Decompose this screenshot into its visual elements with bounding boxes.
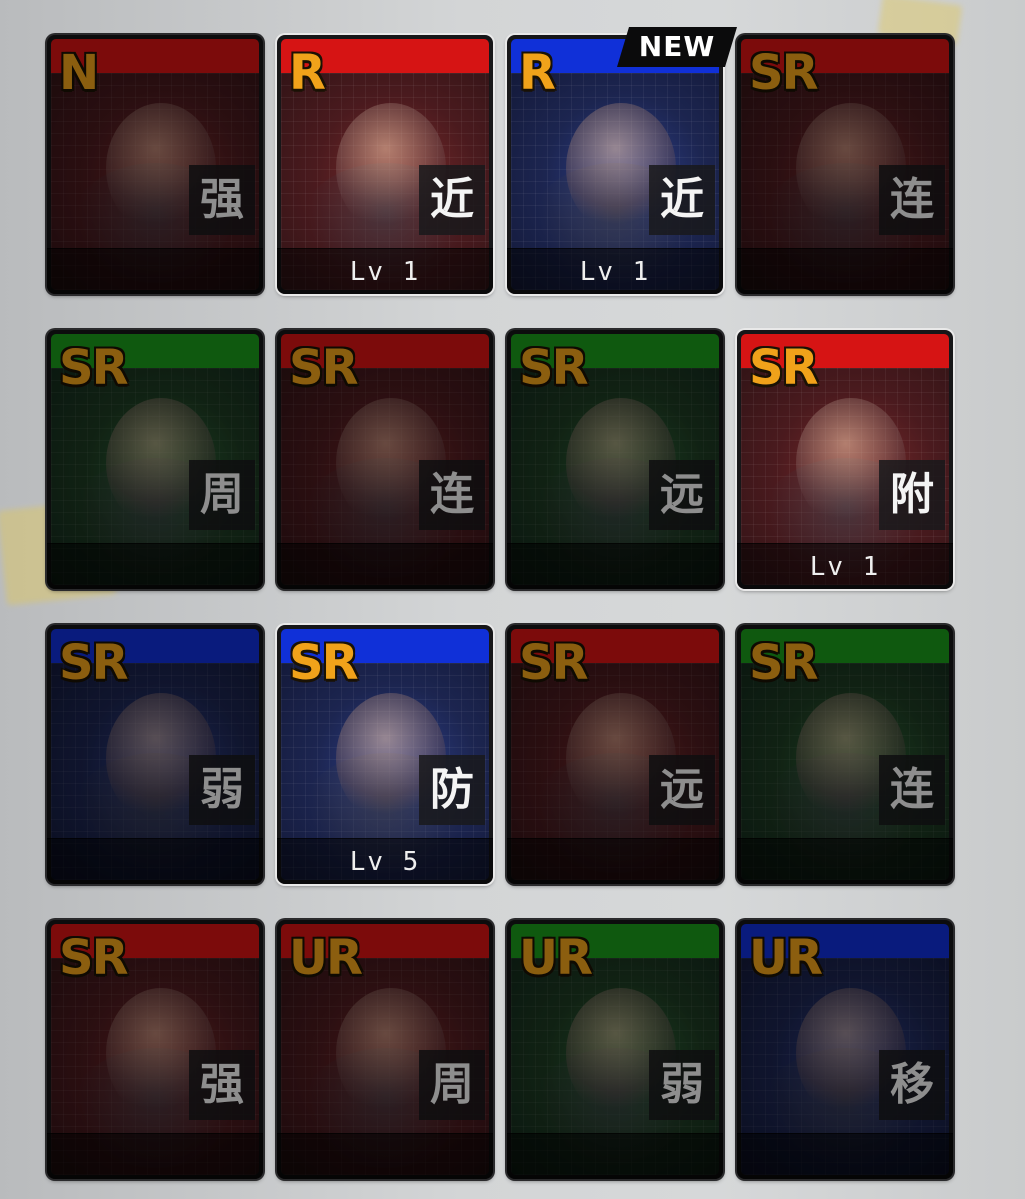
card-type-label: 周	[419, 1050, 485, 1120]
card-type-label: 连	[419, 460, 485, 530]
card-slot[interactable]: SR 远	[507, 625, 723, 884]
level-label: Lv 5	[349, 847, 421, 877]
level-bar: Lv 5	[277, 838, 493, 884]
card-slot[interactable]: SR 远	[507, 330, 723, 589]
card-type-label: 远	[649, 755, 715, 825]
card-type-label: 周	[189, 460, 255, 530]
level-bar: Lv 1	[507, 248, 723, 294]
rarity-label: N	[59, 45, 99, 101]
card-slot[interactable]: SR 连	[277, 330, 493, 589]
card-type-label: 远	[649, 460, 715, 530]
card-type-label: 近	[649, 165, 715, 235]
card-slot[interactable]: R 近 Lv 1	[277, 35, 493, 294]
card-slot[interactable]: N强	[47, 35, 263, 294]
rarity-label: R	[519, 45, 556, 101]
rarity-label: UR	[749, 930, 823, 986]
rarity-label: UR	[289, 930, 363, 986]
level-label: Lv 1	[579, 257, 651, 287]
card-slot[interactable]: SR 强	[47, 920, 263, 1179]
level-bar	[47, 543, 263, 589]
card-collection-grid: N 强 R 近 Lv 1 R 近 Lv 1 SR 连 SR 周 SR 连 SR 远 SR 附 Lv 1 SR 弱 SR 防 L…	[47, 35, 953, 1179]
card-slot[interactable]: SR 连	[737, 35, 953, 294]
card-type-label: 弱	[649, 1050, 715, 1120]
card-type-label: 防	[419, 755, 485, 825]
level-label: Lv 1	[349, 257, 421, 287]
level-label: Lv 1	[809, 552, 881, 582]
level-bar: Lv 1	[277, 248, 493, 294]
level-bar	[737, 1133, 953, 1179]
level-bar	[507, 543, 723, 589]
card-slot[interactable]: R 近 Lv 1	[507, 35, 723, 294]
card-slot[interactable]: SR 防 Lv 5	[277, 625, 493, 884]
level-bar	[737, 838, 953, 884]
rarity-label: SR	[749, 340, 819, 396]
rarity-label: SR	[749, 635, 819, 691]
level-bar	[737, 248, 953, 294]
rarity-label: UR	[519, 930, 593, 986]
card-type-label: 连	[879, 755, 945, 825]
level-bar	[47, 1133, 263, 1179]
card-slot[interactable]: SR 弱	[47, 625, 263, 884]
card-type-label: 强	[189, 1050, 255, 1120]
new-badge: NEW	[617, 27, 737, 67]
rarity-label: SR	[289, 635, 359, 691]
card-slot[interactable]: SR 周	[47, 330, 263, 589]
rarity-label: SR	[59, 635, 129, 691]
card-type-label: 附	[879, 460, 945, 530]
level-bar	[277, 543, 493, 589]
level-bar	[47, 248, 263, 294]
level-bar	[47, 838, 263, 884]
rarity-label: SR	[519, 635, 589, 691]
card-type-label: 强	[189, 165, 255, 235]
card-type-label: 移	[879, 1050, 945, 1120]
rarity-label: SR	[59, 930, 129, 986]
card-type-label: 近	[419, 165, 485, 235]
card-type-label: 弱	[189, 755, 255, 825]
card-type-label: 连	[879, 165, 945, 235]
rarity-label: SR	[749, 45, 819, 101]
rarity-label: SR	[519, 340, 589, 396]
level-bar	[507, 1133, 723, 1179]
rarity-label: SR	[59, 340, 129, 396]
card-slot[interactable]: UR 移	[737, 920, 953, 1179]
rarity-label: SR	[289, 340, 359, 396]
card-slot[interactable]: UR 弱	[507, 920, 723, 1179]
card-slot[interactable]: UR 周	[277, 920, 493, 1179]
level-bar	[507, 838, 723, 884]
rarity-label: R	[289, 45, 326, 101]
level-bar	[277, 1133, 493, 1179]
card-slot[interactable]: SR 连	[737, 625, 953, 884]
card-slot[interactable]: SR 附 Lv 1	[737, 330, 953, 589]
level-bar: Lv 1	[737, 543, 953, 589]
